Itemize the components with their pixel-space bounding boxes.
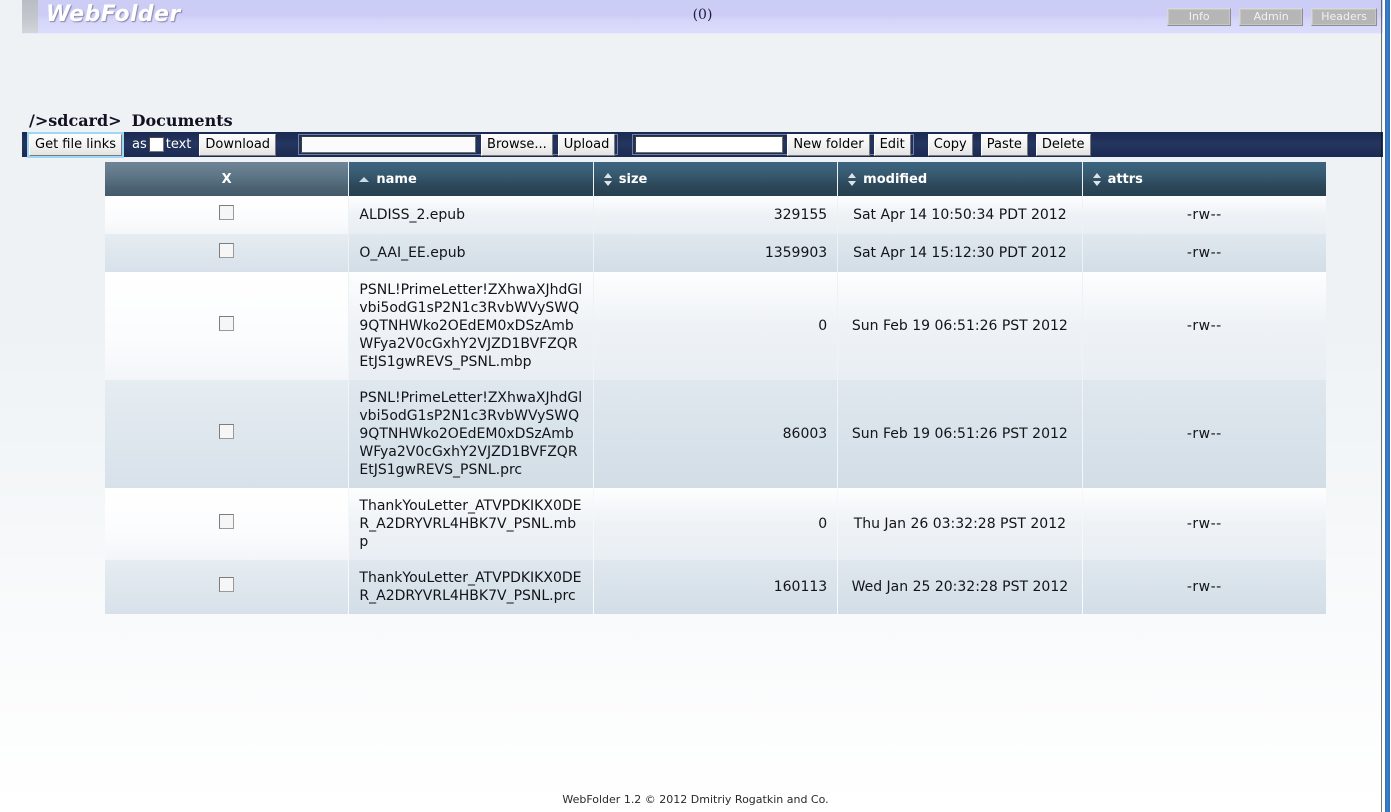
as-text-checkbox[interactable]	[149, 137, 164, 152]
column-header-size[interactable]: size	[594, 162, 837, 196]
row-select-cell[interactable]	[105, 234, 348, 272]
file-name-cell[interactable]: O_AAI_EE.epub	[349, 234, 592, 272]
row-select-cell[interactable]	[105, 560, 348, 614]
file-table-body: ALDISS_2.epub329155Sat Apr 14 10:50:34 P…	[105, 196, 1326, 614]
file-name-cell[interactable]: PSNL!PrimeLetter!ZXhwaXJhdGlvbi5odG1sP2N…	[349, 272, 592, 380]
sort-updown-icon	[604, 173, 613, 186]
file-size-cell: 160113	[594, 560, 837, 614]
delete-button[interactable]: Delete	[1036, 134, 1091, 156]
file-modified-cell: Wed Jan 25 20:32:28 PST 2012	[838, 560, 1081, 614]
row-checkbox[interactable]	[219, 205, 234, 220]
vertical-scrollbar[interactable]	[1383, 0, 1391, 812]
download-button[interactable]: Download	[199, 134, 276, 156]
file-modified-cell: Sun Feb 19 06:51:26 PST 2012	[838, 272, 1081, 380]
row-checkbox[interactable]	[219, 243, 234, 258]
info-button[interactable]: Info	[1167, 8, 1231, 26]
file-size-cell: 0	[594, 272, 837, 380]
upload-form-group: Browse... Upload	[298, 134, 618, 155]
file-size-cell: 86003	[594, 380, 837, 488]
column-header-attrs[interactable]: attrs	[1083, 162, 1326, 196]
row-select-cell[interactable]	[105, 380, 348, 488]
row-checkbox[interactable]	[219, 514, 234, 529]
copy-button[interactable]: Copy	[928, 134, 973, 156]
column-header-modified[interactable]: modified	[838, 162, 1081, 196]
breadcrumb-current-folder: Documents	[132, 111, 233, 130]
column-header-name-label: name	[376, 172, 416, 187]
row-select-cell[interactable]	[105, 196, 348, 234]
breadcrumb: />sdcard> Documents	[29, 111, 233, 130]
table-row[interactable]: PSNL!PrimeLetter!ZXhwaXJhdGlvbi5odG1sP2N…	[105, 272, 1326, 380]
edit-button[interactable]: Edit	[874, 134, 911, 156]
table-row[interactable]: ThankYouLetter_ATVPDKIKX0DER_A2DRYVRL4HB…	[105, 560, 1326, 614]
sort-ascending-icon	[359, 177, 369, 182]
window-edge	[1381, 0, 1382, 812]
scrollbar-track[interactable]	[1385, 0, 1390, 812]
page-footer: WebFolder 1.2 © 2012 Dmitriy Rogatkin an…	[0, 793, 1391, 806]
paste-button[interactable]: Paste	[981, 134, 1028, 156]
column-header-name[interactable]: name	[349, 162, 592, 196]
file-attrs-cell: -rw--	[1083, 272, 1326, 380]
file-attrs-cell: -rw--	[1083, 488, 1326, 560]
new-folder-button[interactable]: New folder	[787, 134, 869, 156]
file-attrs-cell: -rw--	[1083, 196, 1326, 234]
file-size-cell: 329155	[594, 196, 837, 234]
file-attrs-cell: -rw--	[1083, 560, 1326, 614]
breadcrumb-root-link[interactable]: />sdcard>	[29, 111, 122, 130]
table-row[interactable]: PSNL!PrimeLetter!ZXhwaXJhdGlvbi5odG1sP2N…	[105, 380, 1326, 488]
sort-updown-icon	[1093, 173, 1102, 186]
app-header: WebFolder (0) Info Admin Headers	[22, 0, 1383, 34]
row-checkbox[interactable]	[219, 424, 234, 439]
admin-button[interactable]: Admin	[1239, 8, 1303, 26]
upload-button[interactable]: Upload	[558, 134, 616, 156]
sort-updown-icon	[848, 173, 857, 186]
file-name-cell[interactable]: ThankYouLetter_ATVPDKIKX0DER_A2DRYVRL4HB…	[349, 560, 592, 614]
table-header-row: X name size modified attrs	[105, 162, 1326, 196]
as-text-option: as text	[132, 137, 191, 152]
clipboard-actions-group: Copy Paste Delete	[928, 134, 1091, 156]
file-size-cell: 0	[594, 488, 837, 560]
browse-button[interactable]: Browse...	[481, 134, 553, 156]
column-header-attrs-label: attrs	[1108, 172, 1143, 187]
column-header-modified-label: modified	[863, 172, 927, 187]
new-folder-form-group: New folder Edit	[632, 134, 913, 155]
file-list: X name size modified attrs ALDISS_2.epub…	[104, 162, 1327, 614]
file-table-head: X name size modified attrs	[105, 162, 1326, 196]
file-path-input[interactable]	[301, 136, 476, 153]
table-row[interactable]: ALDISS_2.epub329155Sat Apr 14 10:50:34 P…	[105, 196, 1326, 234]
file-modified-cell: Sat Apr 14 15:12:30 PDT 2012	[838, 234, 1081, 272]
file-attrs-cell: -rw--	[1083, 380, 1326, 488]
file-modified-cell: Thu Jan 26 03:32:28 PST 2012	[838, 488, 1081, 560]
text-label: text	[166, 137, 192, 152]
headers-button[interactable]: Headers	[1311, 8, 1377, 26]
row-select-cell[interactable]	[105, 488, 348, 560]
new-folder-name-input[interactable]	[635, 136, 783, 153]
file-name-cell[interactable]: PSNL!PrimeLetter!ZXhwaXJhdGlvbi5odG1sP2N…	[349, 380, 592, 488]
table-row[interactable]: ThankYouLetter_ATVPDKIKX0DER_A2DRYVRL4HB…	[105, 488, 1326, 560]
get-file-links-button[interactable]: Get file links	[29, 134, 122, 156]
page-root: WebFolder (0) Info Admin Headers />sdcar…	[0, 0, 1391, 812]
header-button-group: Info Admin Headers	[1167, 8, 1377, 26]
row-checkbox[interactable]	[219, 316, 234, 331]
file-name-cell[interactable]: ALDISS_2.epub	[349, 196, 592, 234]
table-row[interactable]: O_AAI_EE.epub1359903Sat Apr 14 15:12:30 …	[105, 234, 1326, 272]
column-header-select-all[interactable]: X	[105, 162, 348, 196]
row-checkbox[interactable]	[219, 577, 234, 592]
row-select-cell[interactable]	[105, 272, 348, 380]
toolbar: Get file links as text Download Browse..…	[22, 132, 1383, 157]
file-table: X name size modified attrs ALDISS_2.epub…	[104, 162, 1327, 614]
file-modified-cell: Sun Feb 19 06:51:26 PST 2012	[838, 380, 1081, 488]
file-name-cell[interactable]: ThankYouLetter_ATVPDKIKX0DER_A2DRYVRL4HB…	[349, 488, 592, 560]
file-size-cell: 1359903	[594, 234, 837, 272]
as-label: as	[132, 137, 147, 152]
column-header-size-label: size	[619, 172, 648, 187]
file-attrs-cell: -rw--	[1083, 234, 1326, 272]
file-modified-cell: Sat Apr 14 10:50:34 PDT 2012	[838, 196, 1081, 234]
